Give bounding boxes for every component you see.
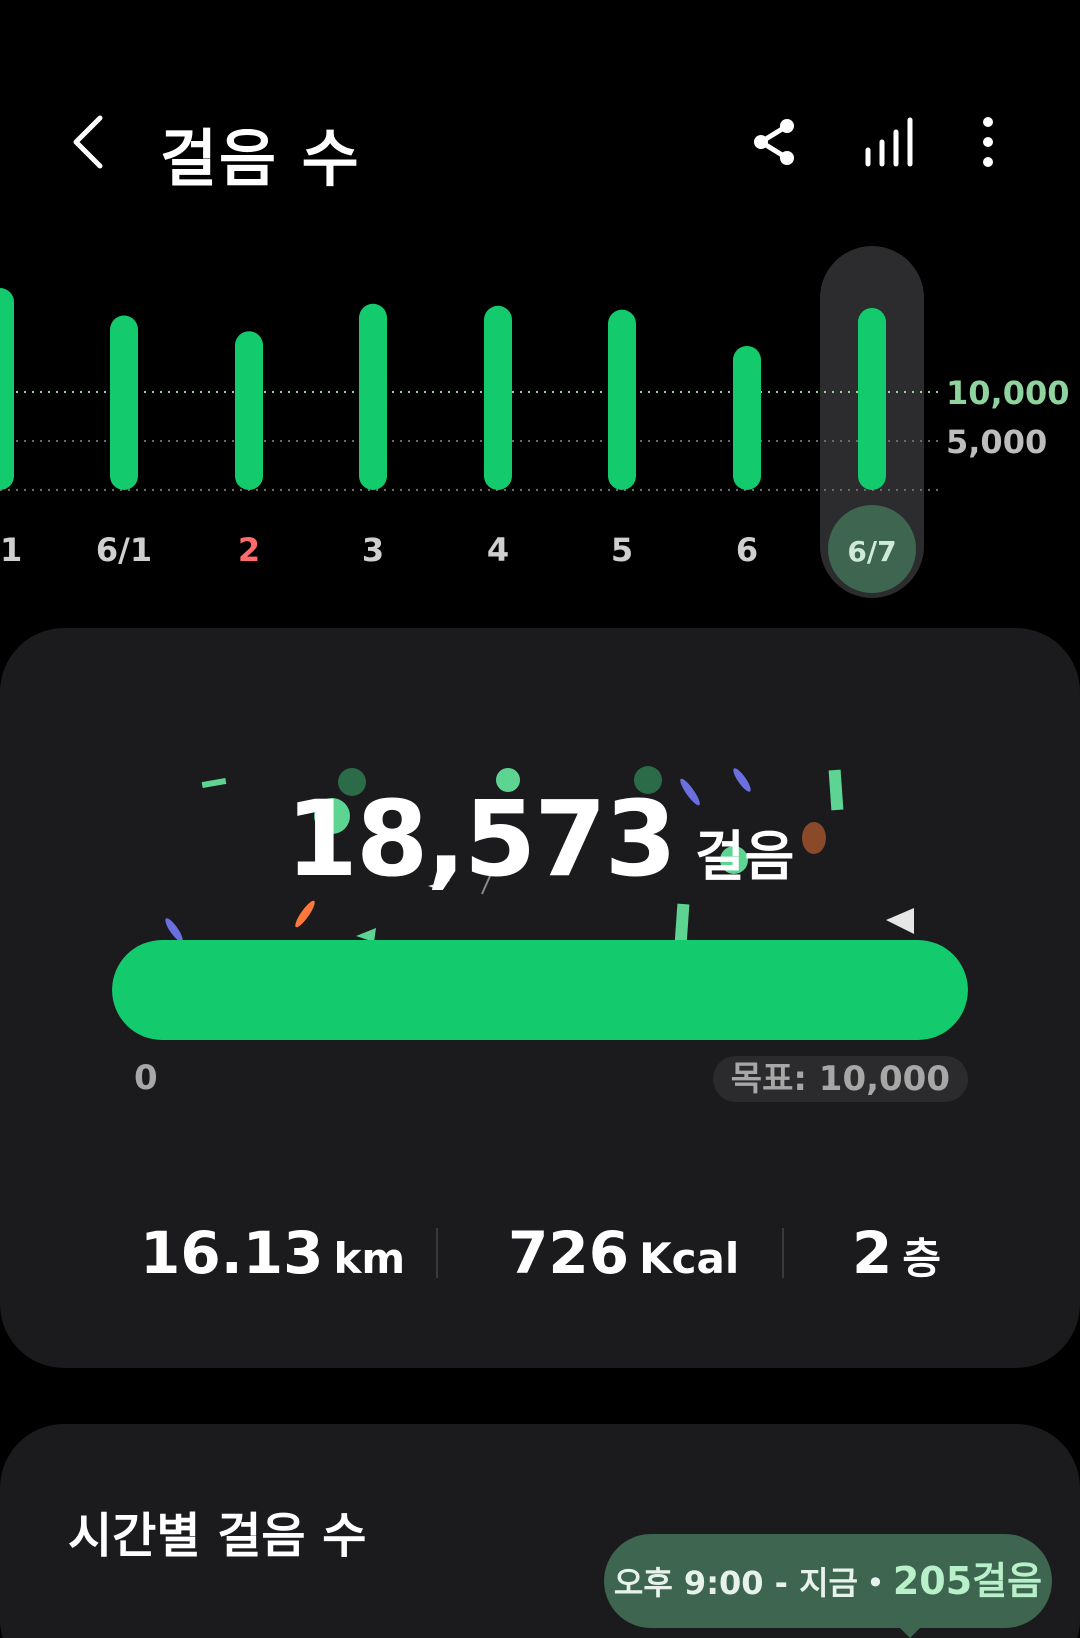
steps-screen: 걸음 수 1 6/1 2 3 4 5 6 6/7 10,000 5,000 18… — [0, 0, 1080, 1638]
page-title: 걸음 수 — [160, 122, 361, 195]
back-button[interactable] — [58, 110, 122, 174]
share-icon — [754, 119, 794, 165]
hourly-steps-card: 시간별 걸음 수 오후 9:00 - 지금 • 205걸음 — [0, 1424, 1080, 1638]
steps-unit: 걸음 — [694, 825, 795, 888]
goal-progress-bar — [112, 940, 968, 1040]
x-axis-label: 6/7 — [847, 535, 896, 568]
x-axis-label: 3 — [362, 531, 384, 569]
floors-metric: 2층 — [852, 1208, 941, 1298]
x-axis-label: 4 — [487, 531, 509, 569]
steps-summary-card: 18,573 걸음 0 목표: 10,000 16.13 km 726 Kcal 2층 — [0, 628, 1080, 1368]
goal-progress-fill — [112, 940, 968, 1040]
chart-canvas: 31 6/1 2 3 4 5 6 6/7 10,000 5,000 — [0, 246, 1069, 598]
progress-min-label: 0 — [134, 1058, 158, 1098]
y-axis-label: 10,000 — [946, 374, 1069, 412]
tooltip-time: 오후 9:00 - 지금 — [613, 1564, 858, 1602]
metric-divider — [782, 1228, 784, 1278]
weekly-steps-chart[interactable]: 31 6/1 2 3 4 5 6 6/7 10,000 5,000 — [0, 240, 1080, 620]
share-button[interactable] — [745, 112, 805, 172]
goal-badge[interactable]: 목표: 10,000 — [712, 1056, 968, 1102]
trends-button[interactable] — [858, 112, 918, 172]
tooltip-pointer — [896, 1624, 924, 1638]
hourly-steps-title: 시간별 걸음 수 — [68, 1508, 367, 1564]
calories-unit: Kcal — [639, 1234, 740, 1283]
distance-metric: 16.13 km — [140, 1208, 405, 1298]
hourly-tooltip: 오후 9:00 - 지금 • 205걸음 — [604, 1534, 1052, 1628]
distance-unit: km — [333, 1234, 406, 1283]
steps-total: 18,573 걸음 — [0, 778, 1080, 900]
more-vertical-icon — [983, 117, 993, 167]
calories-value: 726 — [508, 1219, 630, 1287]
x-axis-label: 31 — [0, 531, 22, 569]
more-options-button[interactable] — [958, 112, 1018, 172]
floors-unit: 층 — [902, 1234, 941, 1283]
x-axis-label: 5 — [611, 531, 633, 569]
x-axis-label: 6 — [736, 531, 758, 569]
floors-value: 2 — [852, 1219, 893, 1287]
tooltip-separator: • — [865, 1564, 885, 1602]
distance-value: 16.13 — [140, 1219, 324, 1287]
metric-divider — [436, 1228, 438, 1278]
x-axis-label: 6/1 — [96, 531, 152, 569]
bar-chart-icon — [865, 117, 913, 167]
app-header: 걸음 수 — [0, 90, 1080, 200]
y-axis-label: 5,000 — [946, 423, 1047, 461]
steps-value: 18,573 — [285, 778, 677, 900]
chevron-left-icon — [73, 115, 103, 169]
x-axis-label: 2 — [238, 531, 260, 569]
activity-metrics: 16.13 km 726 Kcal 2층 — [0, 1208, 1080, 1298]
tooltip-count: 205걸음 — [892, 1559, 1043, 1603]
calories-metric: 726 Kcal — [508, 1208, 739, 1298]
